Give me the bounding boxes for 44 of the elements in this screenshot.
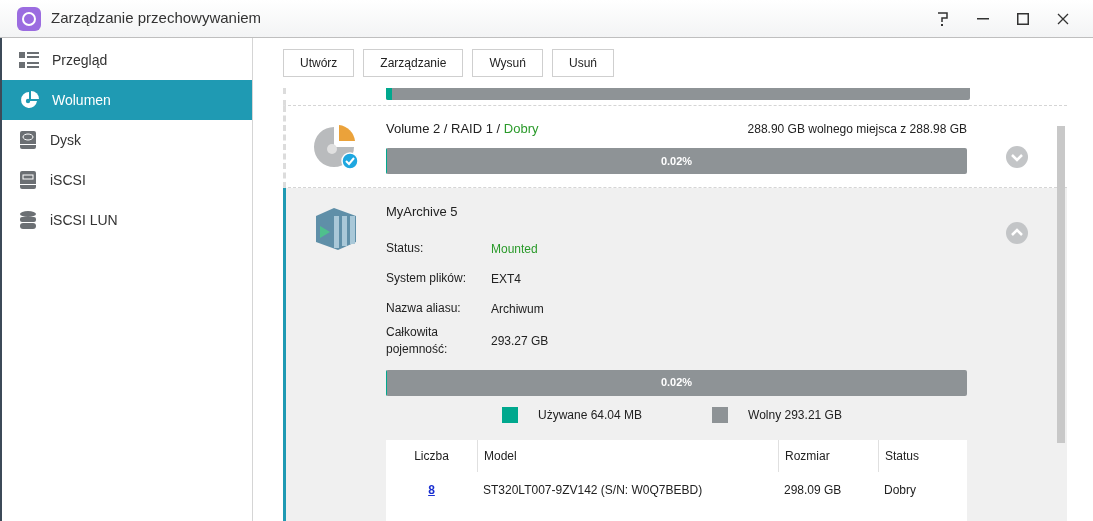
usage-percent: 0.02% — [660, 153, 693, 169]
maximize-icon[interactable] — [1017, 12, 1029, 25]
volume-check-icon — [312, 122, 360, 171]
detail-value: 293.27 GB — [491, 332, 549, 350]
detail-value: Archiwum — [491, 300, 544, 318]
sidebar-item[interactable]: iSCSI LUN — [2, 200, 252, 240]
sidebar-item[interactable]: Przegląd — [2, 40, 252, 80]
detail-label: System plików: — [386, 270, 468, 287]
disk-link[interactable]: 8 — [428, 480, 435, 499]
column-header: Liczba — [413, 447, 450, 465]
table-cell-text: Dobry — [883, 481, 917, 499]
database-icon — [19, 210, 37, 230]
usage-percent: 0.02% — [660, 375, 693, 391]
legend-label: Używane 64.04 MB — [538, 406, 643, 424]
legend-label: Wolny 293.21 GB — [748, 406, 842, 424]
sidebar-item[interactable]: iSCSI — [2, 160, 252, 200]
toolbar-button[interactable]: Zarządzanie — [363, 49, 464, 77]
app-logo-icon — [17, 6, 41, 31]
column-header: Status — [878, 439, 967, 472]
toolbar-button[interactable]: Utwórz — [283, 49, 355, 77]
close-icon[interactable] — [1057, 12, 1069, 25]
help-icon[interactable] — [937, 11, 949, 26]
column-header: Model — [477, 439, 778, 472]
toolbar-button[interactable]: Wysuń — [472, 49, 543, 77]
detail-value: EXT4 — [491, 270, 521, 288]
detail-label: Całkowita pojemność: — [386, 323, 449, 358]
table-cell-text: 298.09 GB — [783, 481, 843, 499]
table-cell-text: ST320LT007-9ZV142 (S/N: W0Q7BEBD) — [482, 481, 704, 499]
column-header: Rozmiar — [778, 439, 878, 472]
detail-label: Status: — [386, 240, 425, 257]
volume-title: MyArchive 5 — [386, 203, 459, 221]
window-title: Zarządzanie przechowywaniem — [51, 8, 262, 29]
volume-title: Volume 2 / RAID 1 / Dobry — [386, 120, 539, 139]
scrollbar-thumb[interactable] — [1057, 126, 1065, 443]
detail-value: Mounted — [491, 240, 538, 258]
list-icon — [19, 51, 39, 69]
minimize-icon[interactable] — [977, 17, 989, 20]
free-space-text: 288.90 GB wolnego miejsca z 288.98 GB — [747, 121, 967, 138]
archive-icon — [314, 206, 358, 250]
drive-icon — [19, 130, 37, 150]
detail-label: Nazwa aliasu: — [386, 300, 462, 317]
sidebar-item[interactable]: Dysk — [2, 120, 252, 160]
drive-icon — [19, 170, 37, 190]
toolbar-button[interactable]: Usuń — [551, 49, 614, 77]
